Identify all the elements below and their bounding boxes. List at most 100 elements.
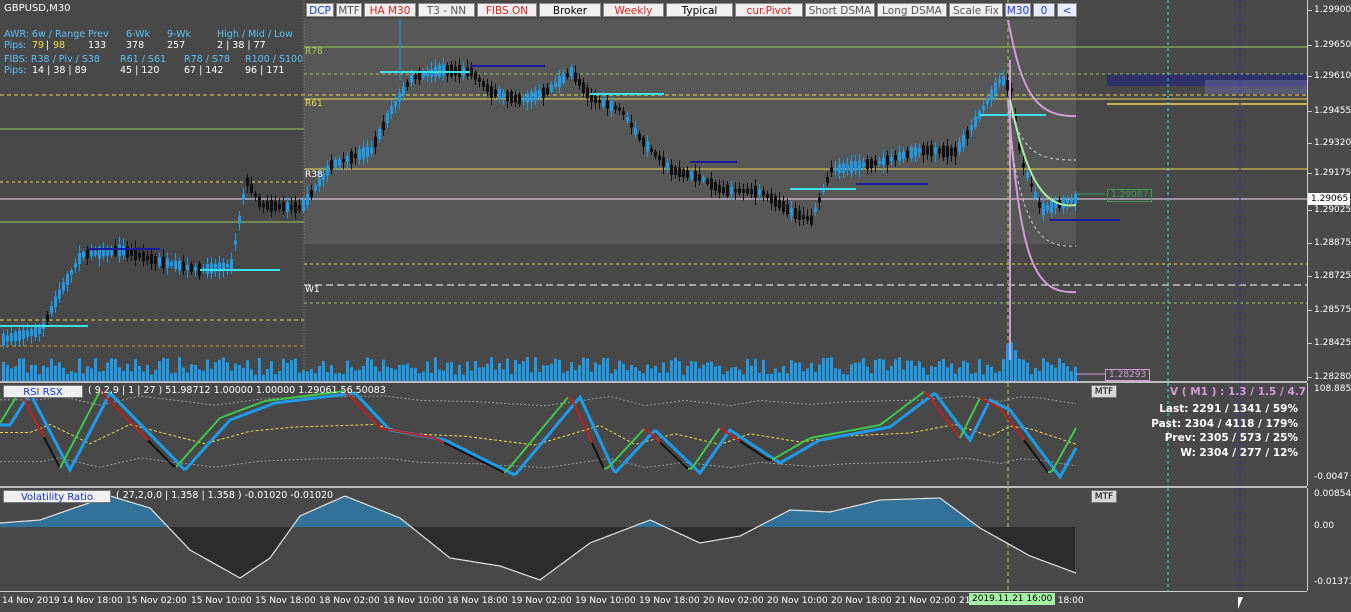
toolbar-button-t3-nn[interactable]: T3 - NN bbox=[418, 3, 475, 17]
time-axis[interactable]: 14 Nov 201914 Nov 18:0015 Nov 02:0015 No… bbox=[0, 591, 1307, 612]
toolbar-button-long-dsma[interactable]: Long DSMA bbox=[877, 3, 947, 17]
rsi-line-segment bbox=[172, 465, 176, 467]
candle-body bbox=[746, 189, 749, 194]
volume-bar bbox=[426, 361, 429, 381]
toolbar-button-collapse[interactable]: < bbox=[1057, 3, 1077, 17]
toolbar-button-ha-m30[interactable]: HA M30 bbox=[364, 3, 416, 17]
candle-body bbox=[86, 250, 89, 259]
candle-body bbox=[894, 155, 897, 160]
volatility-ratio-pane[interactable]: Volatility Ratio ( 27,2,0,0 | 1.358 | 1.… bbox=[0, 488, 1307, 591]
toolbar-button-dcp[interactable]: DCP bbox=[306, 3, 334, 17]
rsi-indicator-button[interactable]: RSI RSX bbox=[3, 385, 83, 398]
rsi-line-segment bbox=[596, 451, 600, 460]
volume-bar bbox=[494, 370, 497, 381]
toolbar-button-m30[interactable]: M30 bbox=[1005, 3, 1031, 17]
price-axis[interactable]: 1.299001.296501.296101.294551.293201.291… bbox=[1307, 0, 1351, 381]
volume-bar bbox=[570, 362, 573, 381]
rsi-axis[interactable]: 108.8852 -0.0047 bbox=[1307, 383, 1351, 486]
fibs-pips-label: Pips: bbox=[4, 65, 26, 76]
volume-bar bbox=[610, 373, 613, 381]
candle-body bbox=[758, 189, 761, 194]
candle-body bbox=[774, 196, 777, 207]
time-axis-label: 14 Nov 18:00 bbox=[62, 596, 123, 606]
volume-bar bbox=[510, 374, 513, 381]
candle-body bbox=[1046, 206, 1049, 211]
volume-bar bbox=[622, 364, 625, 381]
rsi-line-segment bbox=[952, 427, 956, 432]
rsi-line-segment bbox=[364, 411, 368, 415]
volume-bar bbox=[946, 367, 949, 381]
toolbar-button-scale-fix[interactable]: Scale Fix bbox=[949, 3, 1003, 17]
volume-bar bbox=[246, 360, 249, 381]
candle-body bbox=[786, 204, 789, 214]
volume-bar bbox=[486, 364, 489, 381]
rsi-mtf-button[interactable]: MTF bbox=[1091, 385, 1117, 398]
candle-body bbox=[722, 187, 725, 193]
candle-body bbox=[938, 149, 941, 154]
volatility-ratio-button[interactable]: Volatility Ratio bbox=[3, 490, 111, 503]
toolbar-button-mtf[interactable]: MTF bbox=[336, 3, 362, 17]
vr-axis[interactable]: 0.00854 0.00 -0.01373 bbox=[1307, 488, 1351, 591]
vr-mtf-button[interactable]: MTF bbox=[1091, 490, 1117, 503]
volume-bar bbox=[1026, 363, 1029, 381]
time-axis-label: 15 Nov 02:00 bbox=[126, 596, 187, 606]
volume-bar bbox=[226, 362, 229, 381]
candle-body bbox=[802, 215, 805, 220]
time-axis-label: 18 Nov 02:00 bbox=[319, 596, 380, 606]
rsi-pane[interactable]: RSI RSX ( 9,2,9 | 1 | 27 ) 51.98712 1.00… bbox=[0, 383, 1307, 486]
candle-body bbox=[438, 65, 441, 77]
volume-bar bbox=[390, 368, 393, 381]
volume-bar bbox=[766, 374, 769, 381]
rsi-line-segment bbox=[1032, 451, 1036, 456]
rsi-line-segment bbox=[276, 399, 280, 400]
rsi-line-segment bbox=[680, 461, 684, 465]
volume-bar bbox=[374, 367, 377, 381]
toolbar-button-broker[interactable]: Broker bbox=[539, 3, 601, 17]
toolbar-button-short-dsma[interactable]: Short DSMA bbox=[805, 3, 875, 17]
volume-bar bbox=[238, 365, 241, 381]
rsi-line-segment bbox=[184, 454, 188, 458]
rsi-line-segment bbox=[136, 428, 140, 432]
rsi-line-segment bbox=[76, 430, 80, 438]
volume-bar bbox=[794, 363, 797, 381]
candle-body bbox=[966, 130, 969, 138]
candle-body bbox=[798, 210, 801, 220]
candle-body bbox=[742, 189, 745, 193]
rsi-line-segment bbox=[668, 450, 672, 454]
rsi-line-segment bbox=[264, 401, 268, 402]
volume-bar bbox=[190, 364, 193, 381]
toolbar-button-cur-pivot[interactable]: cur.Pivot bbox=[735, 3, 803, 17]
volume-bar bbox=[402, 365, 405, 381]
toolbar-button-weekly[interactable]: Weekly bbox=[603, 3, 664, 17]
price-axis-label: 1.29025 bbox=[1314, 205, 1351, 215]
volume-bar bbox=[62, 368, 65, 381]
rsi-line-segment bbox=[652, 435, 656, 439]
rsi-line-segment bbox=[848, 430, 852, 431]
time-cursor-tag: 2019.11.21 16:00 bbox=[969, 593, 1055, 605]
volume-bar bbox=[434, 358, 437, 381]
volume-bar bbox=[198, 369, 201, 381]
price-chart-pane[interactable]: GBPUSD,M30 DCPMTFHA M30T3 - NNFIBS ONBro… bbox=[0, 0, 1307, 381]
candle-body bbox=[294, 202, 297, 213]
rsi-line-segment bbox=[704, 445, 708, 451]
rsi-line-segment bbox=[60, 460, 64, 468]
rsi-stat-last: Last: 2291 / 1341 / 59% bbox=[1151, 402, 1298, 417]
fibs-label: FIBS: R38 / Piv / S38 bbox=[4, 54, 100, 65]
volume-bar bbox=[122, 371, 125, 381]
candle-body bbox=[326, 166, 329, 175]
time-axis-label: 21 Nov 02:00 bbox=[895, 596, 956, 606]
toolbar-button-fibs-on[interactable]: FIBS ON bbox=[477, 3, 537, 17]
volume-bar bbox=[162, 358, 165, 381]
candle-body bbox=[542, 88, 545, 99]
volume-bar bbox=[10, 368, 13, 381]
toolbar-button-typical[interactable]: Typical bbox=[666, 3, 733, 17]
rsi-line-segment bbox=[192, 445, 196, 449]
candle-body bbox=[734, 189, 737, 192]
volume-bar bbox=[966, 363, 969, 381]
volume-bar bbox=[718, 366, 721, 381]
candle-body bbox=[290, 205, 293, 209]
rsi-line-segment bbox=[620, 451, 624, 455]
volume-bar bbox=[350, 367, 353, 381]
toolbar-button-0[interactable]: 0 bbox=[1033, 3, 1055, 17]
candle-body bbox=[38, 327, 41, 334]
